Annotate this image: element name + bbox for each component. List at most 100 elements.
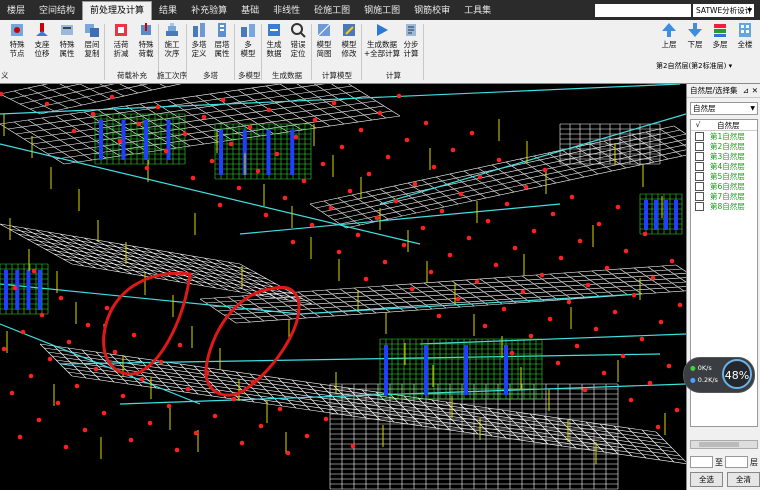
shear-wall: [674, 200, 678, 230]
node-marker: [420, 225, 426, 231]
node-marker: [258, 423, 264, 429]
floor-type-select[interactable]: 自然层: [690, 102, 758, 115]
model-modify-icon: [341, 22, 357, 38]
menu-tab-rebar-check[interactable]: 钢筋校审: [407, 2, 457, 20]
node-marker: [404, 137, 410, 143]
node-marker: [350, 443, 356, 449]
mode-select[interactable]: SATWE分析设计: [693, 4, 754, 17]
group-label: 计算: [386, 71, 401, 80]
list-item[interactable]: 第2自然层: [691, 141, 757, 151]
node-marker: [469, 130, 475, 136]
special-node-icon: [9, 22, 25, 38]
menu-tab-results[interactable]: 结果: [152, 2, 184, 20]
node-marker: [477, 174, 483, 180]
node-marker: [293, 134, 299, 140]
select-all-button[interactable]: 全选: [690, 472, 723, 487]
clear-all-button[interactable]: 全清: [727, 472, 760, 487]
button-label-1: 层间: [84, 40, 100, 49]
network-speed-widget[interactable]: ● 0K/s ● 0.2K/s 48%: [683, 357, 755, 393]
list-item[interactable]: 第7自然层: [691, 191, 757, 201]
node-marker: [277, 406, 283, 412]
menu-tab-spatial[interactable]: 空间结构: [32, 2, 82, 20]
node-marker: [147, 420, 153, 426]
node-marker: [177, 342, 183, 348]
floor-checkbox[interactable]: [695, 161, 704, 171]
slab-grid-line: [321, 133, 686, 213]
node-marker: [144, 165, 150, 171]
list-item[interactable]: 第1自然层: [691, 131, 757, 141]
list-item[interactable]: 第4自然层: [691, 161, 757, 171]
node-marker: [66, 339, 72, 345]
step-calc-icon: [403, 22, 419, 38]
list-item[interactable]: 第6自然层: [691, 181, 757, 191]
ribbon-button-floor-copy[interactable]: 层间 复制: [77, 22, 107, 58]
menu-tab-nonlinear[interactable]: 非线性: [266, 2, 307, 20]
floor-checkbox[interactable]: [695, 181, 704, 191]
floor-checkbox[interactable]: [695, 141, 704, 151]
menu-tab-concrete-drawing[interactable]: 砼施工图: [307, 2, 357, 20]
floor-range: 至 层: [690, 456, 758, 468]
group-label: 义: [1, 71, 9, 80]
node-marker: [447, 252, 453, 258]
floor-checkbox[interactable]: [695, 201, 704, 211]
floor-checkbox[interactable]: [695, 191, 704, 201]
list-item[interactable]: 第5自然层: [691, 171, 757, 181]
whole-building-button[interactable]: 全楼: [732, 22, 758, 49]
shear-wall: [266, 130, 271, 175]
generate-data-icon: [266, 22, 282, 38]
button-label-1: 分步: [403, 40, 419, 49]
list-item[interactable]: 第3自然层: [691, 151, 757, 161]
shear-wall: [99, 120, 103, 160]
node-marker: [623, 248, 629, 254]
structure-model-view[interactable]: [0, 84, 686, 490]
download-speed-value: 0.2K/s: [697, 376, 718, 384]
ribbon-button-step-calc[interactable]: 分步 计算: [396, 22, 426, 58]
node-marker: [1, 346, 7, 352]
floor-checkbox[interactable]: [695, 171, 704, 181]
range-end-input[interactable]: [725, 456, 748, 468]
node-marker: [601, 370, 607, 376]
menu-tab-preprocess[interactable]: 前处理及计算: [82, 1, 153, 20]
node-marker: [220, 97, 226, 103]
up-floor-button[interactable]: 上层: [656, 22, 682, 49]
node-marker: [239, 440, 245, 446]
range-suffix: 层: [750, 457, 758, 467]
horizontal-scrollbar[interactable]: [690, 440, 758, 449]
node-marker: [93, 366, 99, 372]
scrollbar-thumb[interactable]: [699, 442, 739, 447]
pin-icon[interactable]: ⊿: [743, 84, 749, 97]
close-icon[interactable]: ✕: [752, 84, 758, 97]
slab-grid-line: [55, 110, 393, 160]
node-marker: [101, 410, 107, 416]
group-label: 荷载补充: [117, 71, 147, 80]
node-marker: [285, 450, 291, 456]
range-start-input[interactable]: [690, 456, 713, 468]
node-marker: [209, 158, 215, 164]
multi-floor-button[interactable]: 多层: [707, 22, 733, 49]
node-marker: [531, 228, 537, 234]
list-item[interactable]: 第8自然层: [691, 201, 757, 211]
floor-checkbox[interactable]: [695, 131, 704, 141]
node-marker: [650, 275, 656, 281]
slab-grid-line: [339, 149, 686, 225]
down-floor-button[interactable]: 下层: [682, 22, 708, 49]
command-input[interactable]: [595, 4, 691, 17]
menu-tab-steel-drawing[interactable]: 钢施工图: [357, 2, 407, 20]
floor-indicator[interactable]: 第2自然层(第2标准层) ▾: [656, 60, 754, 72]
node-marker: [312, 117, 318, 123]
node-marker: [501, 306, 507, 312]
menu-tab-floor[interactable]: 楼层: [0, 2, 32, 20]
menu-tab-tools[interactable]: 工具集: [457, 2, 498, 20]
node-marker: [428, 269, 434, 275]
shear-wall: [121, 120, 126, 160]
node-marker: [163, 148, 169, 154]
ribbon-button-construction-order[interactable]: 施工 次序: [157, 22, 187, 58]
model-viewport[interactable]: [0, 84, 686, 490]
menu-tab-supplement[interactable]: 补充验算: [184, 2, 234, 20]
ribbon-button-model-modify[interactable]: 模型 修改: [334, 22, 364, 58]
slab-grid-line: [205, 268, 683, 304]
node-marker: [574, 343, 580, 349]
floor-checkbox[interactable]: [695, 151, 704, 161]
menu-tab-foundation[interactable]: 基础: [234, 2, 266, 20]
check-column-header: √: [695, 120, 701, 129]
